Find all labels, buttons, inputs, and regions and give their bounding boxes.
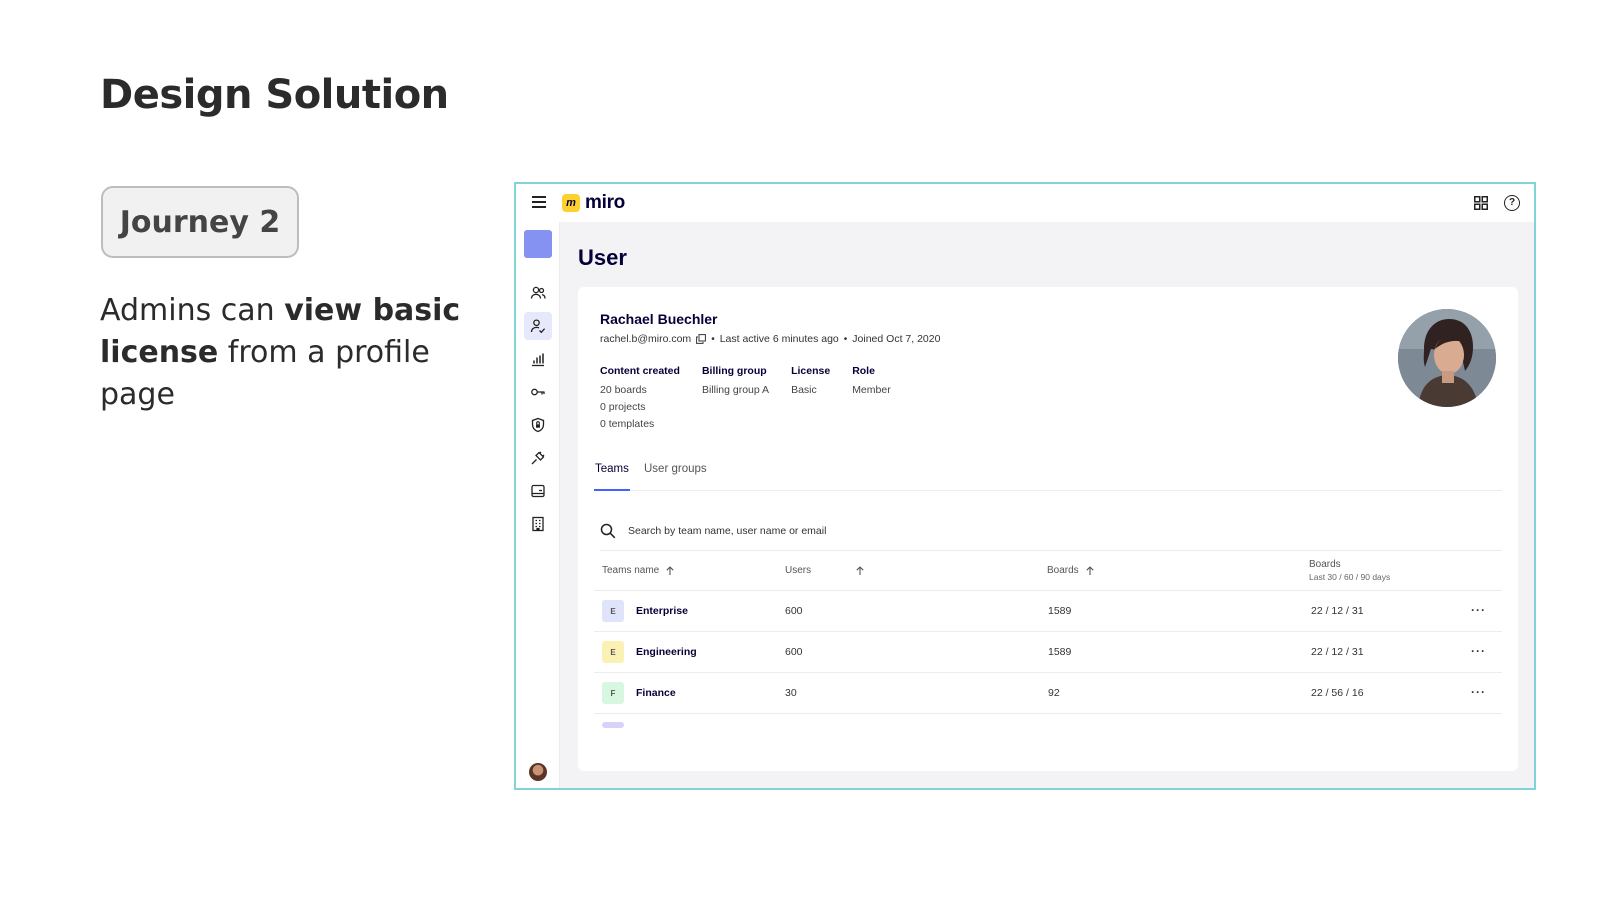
tab-user-groups[interactable]: User groups [643, 461, 708, 491]
table-row[interactable]: E Enterprise 600 1589 22 / 12 / 31 ··· [594, 591, 1502, 632]
analytics-icon[interactable] [524, 345, 552, 373]
more-options-icon[interactable]: ··· [1471, 685, 1486, 699]
key-icon[interactable] [524, 378, 552, 406]
search-icon [600, 523, 616, 538]
integrations-plug-icon[interactable] [524, 444, 552, 472]
col-header-label: Boards [1047, 565, 1079, 576]
tab-teams[interactable]: Teams [594, 461, 630, 491]
team-badge: E [602, 600, 624, 622]
more-options-icon[interactable]: ··· [1471, 603, 1486, 617]
stat-label: Billing group [701, 365, 767, 377]
col-header-team-name[interactable]: Teams name [602, 565, 675, 576]
sort-arrow-up-icon [856, 565, 864, 575]
miro-logo-mark: m [562, 194, 580, 212]
user-stats: Content created 20 boards 0 projects 0 t… [600, 365, 913, 433]
users-icon[interactable] [524, 279, 552, 307]
company-building-icon[interactable] [524, 510, 552, 538]
team-badge-partial [602, 722, 624, 728]
copy-email-icon[interactable] [696, 334, 707, 344]
col-header-boards-recent[interactable]: Boards Last 30 / 60 / 90 days [1309, 558, 1390, 584]
col-header-label: Boards [1309, 559, 1341, 570]
page-title: User [578, 245, 627, 270]
stat-label: Role [852, 365, 875, 377]
team-users: 600 [785, 646, 803, 658]
team-name: Engineering [636, 646, 697, 658]
stat-value: Basic [791, 384, 817, 396]
team-boards-recent: 22 / 12 / 31 [1311, 605, 1364, 617]
journey-badge: Journey 2 [101, 186, 299, 258]
stat-license: License Basic [791, 365, 830, 433]
stat-label: Content created [600, 365, 680, 377]
hamburger-menu-icon[interactable] [532, 196, 546, 208]
meta-separator: • [711, 333, 715, 345]
meta-separator: • [843, 333, 848, 345]
table-row[interactable]: F Finance 30 92 22 / 56 / 16 ··· [594, 673, 1502, 714]
miro-app-window: m miro ? User Rachael Buechler rachel.b@… [514, 182, 1536, 790]
slide-description: Admins can view basic license from a pro… [100, 290, 490, 416]
top-bar: m miro ? [516, 184, 1534, 222]
user-profile-card: Rachael Buechler rachel.b@miro.com • Las… [578, 287, 1518, 771]
desc-text-1: Admins can [100, 293, 285, 328]
stat-value: Billing group A [701, 384, 770, 396]
security-shield-icon[interactable] [524, 411, 552, 439]
user-check-icon[interactable] [524, 312, 552, 340]
stat-label: License [791, 365, 831, 377]
col-header-users[interactable]: Users [785, 565, 865, 576]
team-name: Finance [636, 687, 676, 699]
devices-icon[interactable] [524, 477, 552, 505]
team-badge: E [602, 641, 624, 663]
stat-billing-group: Billing group Billing group A [702, 365, 769, 433]
sort-arrow-up-icon [1086, 565, 1094, 575]
stat-role: Role Member [852, 365, 891, 433]
sidebar [516, 222, 560, 788]
last-active: Last active 6 minutes ago [719, 333, 839, 345]
teams-table: Teams name Users Boards Boards Last 30 /… [594, 551, 1502, 728]
user-name: Rachael Buechler [600, 311, 718, 327]
stat-value-projects: 0 projects [600, 401, 646, 413]
search-bar [600, 511, 1502, 551]
org-switcher-icon[interactable] [524, 230, 552, 258]
stat-content-created: Content created 20 boards 0 projects 0 t… [600, 365, 680, 433]
stat-value: Member [852, 384, 891, 396]
col-header-label: Teams name [602, 565, 660, 576]
user-meta: rachel.b@miro.com • Last active 6 minute… [600, 333, 940, 345]
current-user-avatar[interactable] [529, 763, 547, 781]
profile-tabs: Teams User groups [594, 461, 1502, 491]
team-boards-recent: 22 / 12 / 31 [1311, 646, 1364, 658]
stat-value-templates: 0 templates [600, 418, 655, 430]
col-header-sublabel: Last 30 / 60 / 90 days [1309, 572, 1391, 582]
help-icon[interactable]: ? [1504, 195, 1520, 211]
more-options-icon[interactable]: ··· [1471, 644, 1486, 658]
user-email: rachel.b@miro.com [600, 333, 692, 345]
team-boards-recent: 22 / 56 / 16 [1311, 687, 1364, 699]
slide-title: Design Solution [100, 72, 449, 118]
team-boards: 1589 [1048, 646, 1072, 658]
stat-value-boards: 20 boards [600, 384, 647, 396]
apps-grid-icon[interactable] [1474, 196, 1488, 210]
table-header: Teams name Users Boards Boards Last 30 /… [594, 551, 1502, 591]
team-boards: 92 [1048, 687, 1060, 699]
main-content: User Rachael Buechler rachel.b@miro.com … [560, 222, 1534, 788]
profile-photo [1398, 309, 1496, 407]
team-users: 600 [785, 605, 803, 617]
col-header-boards[interactable]: Boards [1047, 565, 1095, 576]
col-header-label: Users [785, 565, 812, 576]
team-users: 30 [785, 687, 797, 699]
table-row[interactable]: E Engineering 600 1589 22 / 12 / 31 ··· [594, 632, 1502, 673]
miro-logo[interactable]: m miro [562, 192, 625, 214]
table-row-partial [594, 714, 1502, 728]
team-name: Enterprise [636, 605, 688, 617]
team-badge: F [602, 682, 624, 704]
team-boards: 1589 [1048, 605, 1072, 617]
miro-logo-text: miro [585, 192, 625, 213]
search-input[interactable] [628, 524, 1028, 537]
joined-date: Joined Oct 7, 2020 [852, 333, 941, 345]
sort-arrow-up-icon [666, 565, 674, 575]
